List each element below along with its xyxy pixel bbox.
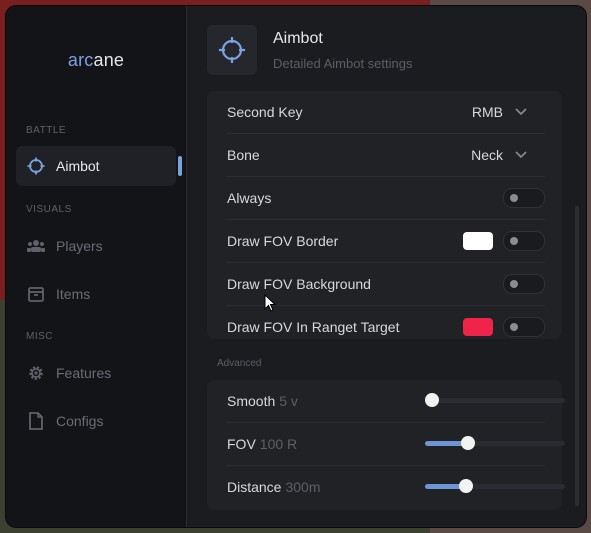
mouse-cursor-icon xyxy=(264,294,276,312)
active-indicator xyxy=(178,156,182,176)
scrollbar[interactable] xyxy=(575,206,579,506)
advanced-card: Smooth 5 v FOV 100 R Distance 300m xyxy=(207,380,565,510)
dropdown-value: RMB xyxy=(471,104,503,120)
app-logo: arcane xyxy=(6,50,186,71)
sidebar-item-aimbot[interactable]: Aimbot xyxy=(16,146,182,186)
slider-thumb[interactable] xyxy=(425,393,439,407)
crosshair-icon xyxy=(26,156,46,176)
distance-slider[interactable] xyxy=(425,479,565,493)
settings-panel: Aimbot Detailed Aimbot settings Second K… xyxy=(186,6,586,527)
box-icon xyxy=(26,284,46,304)
page-subtitle: Detailed Aimbot settings xyxy=(273,56,413,71)
cheat-menu-window: arcane BATTLE Aimbot VISUALS Players Ite… xyxy=(6,6,586,527)
sidebar-item-label: Aimbot xyxy=(56,158,100,174)
setting-distance: Distance 300m xyxy=(227,466,565,508)
bone-dropdown[interactable]: Neck xyxy=(471,147,545,163)
toggle-knob xyxy=(510,280,518,288)
logo-prefix: arc xyxy=(67,50,94,70)
gear-icon xyxy=(26,363,46,383)
sidebar-item-label: Players xyxy=(56,238,103,254)
setting-label: FOV xyxy=(227,436,256,452)
setting-value: 5 v xyxy=(279,393,298,409)
setting-value: 300m xyxy=(285,479,321,495)
file-icon xyxy=(26,411,46,431)
setting-value: 100 R xyxy=(259,436,298,452)
toggle-knob xyxy=(510,194,518,202)
sidebar-item-label: Items xyxy=(56,286,91,302)
always-toggle[interactable] xyxy=(503,188,545,208)
toggle-knob xyxy=(510,237,518,245)
section-label-misc: MISC xyxy=(26,331,53,342)
fov-in-range-color-swatch[interactable] xyxy=(463,318,493,336)
fov-border-color-swatch[interactable] xyxy=(463,232,493,250)
slider-thumb[interactable] xyxy=(458,479,473,493)
crosshair-icon xyxy=(207,25,257,75)
page-title: Aimbot xyxy=(273,30,323,47)
draw-fov-in-range-toggle[interactable] xyxy=(503,317,545,337)
setting-label: Always xyxy=(227,190,272,206)
sidebar-item-features[interactable]: Features xyxy=(16,353,176,393)
slider-thumb[interactable] xyxy=(461,436,476,450)
section-label-visuals: VISUALS xyxy=(26,204,72,215)
settings-card: Second Key RMB Bone Neck Always Draw FOV… xyxy=(207,91,562,339)
chevron-down-icon xyxy=(515,151,527,159)
sidebar-item-players[interactable]: Players xyxy=(16,226,176,266)
setting-label: Second Key xyxy=(227,104,303,120)
setting-label: Distance xyxy=(227,479,282,495)
setting-label: Draw FOV Border xyxy=(227,233,339,249)
setting-draw-fov-border: Draw FOV Border xyxy=(227,220,545,263)
logo-suffix: ane xyxy=(93,50,125,70)
setting-label: Smooth xyxy=(227,393,276,409)
smooth-slider[interactable] xyxy=(425,393,565,407)
sidebar-item-configs[interactable]: Configs xyxy=(16,401,176,441)
setting-label: Bone xyxy=(227,147,260,163)
toggle-knob xyxy=(510,323,518,331)
setting-smooth: Smooth 5 v xyxy=(227,380,565,423)
fov-slider[interactable] xyxy=(425,436,565,450)
setting-fov: FOV 100 R xyxy=(227,423,565,466)
second-key-dropdown[interactable]: RMB xyxy=(472,104,545,120)
draw-fov-background-toggle[interactable] xyxy=(503,274,545,294)
draw-fov-border-toggle[interactable] xyxy=(503,231,545,251)
setting-label: Draw FOV Background xyxy=(227,276,371,292)
setting-second-key: Second Key RMB xyxy=(227,91,545,134)
dropdown-value: Neck xyxy=(471,147,503,163)
setting-always: Always xyxy=(227,177,545,220)
setting-label: Draw FOV In Ranget Target xyxy=(227,319,400,335)
section-label-battle: BATTLE xyxy=(26,125,67,136)
sidebar-item-label: Configs xyxy=(56,413,104,429)
setting-bone: Bone Neck xyxy=(227,134,545,177)
sidebar-item-label: Features xyxy=(56,365,112,381)
sidebar-item-items[interactable]: Items xyxy=(16,274,176,314)
sidebar: arcane BATTLE Aimbot VISUALS Players Ite… xyxy=(6,6,186,527)
users-icon xyxy=(26,236,46,256)
chevron-down-icon xyxy=(515,108,527,116)
section-label-advanced: Advanced xyxy=(217,358,262,369)
setting-draw-fov-in-range: Draw FOV In Ranget Target xyxy=(227,306,545,348)
